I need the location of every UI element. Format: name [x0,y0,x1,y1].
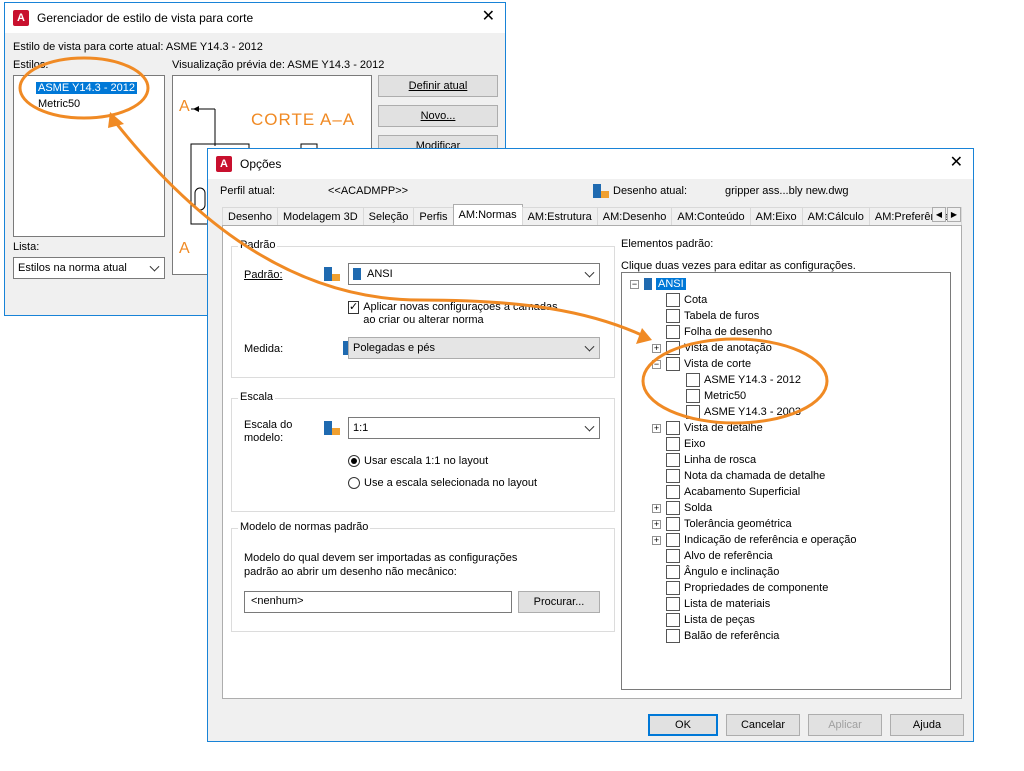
connector-arrow [110,117,649,340]
highlight-tree-ellipse [641,337,829,425]
annotation-overlay [18,56,829,425]
highlight-style-ellipse [18,56,150,120]
arrowhead-end [636,328,652,344]
